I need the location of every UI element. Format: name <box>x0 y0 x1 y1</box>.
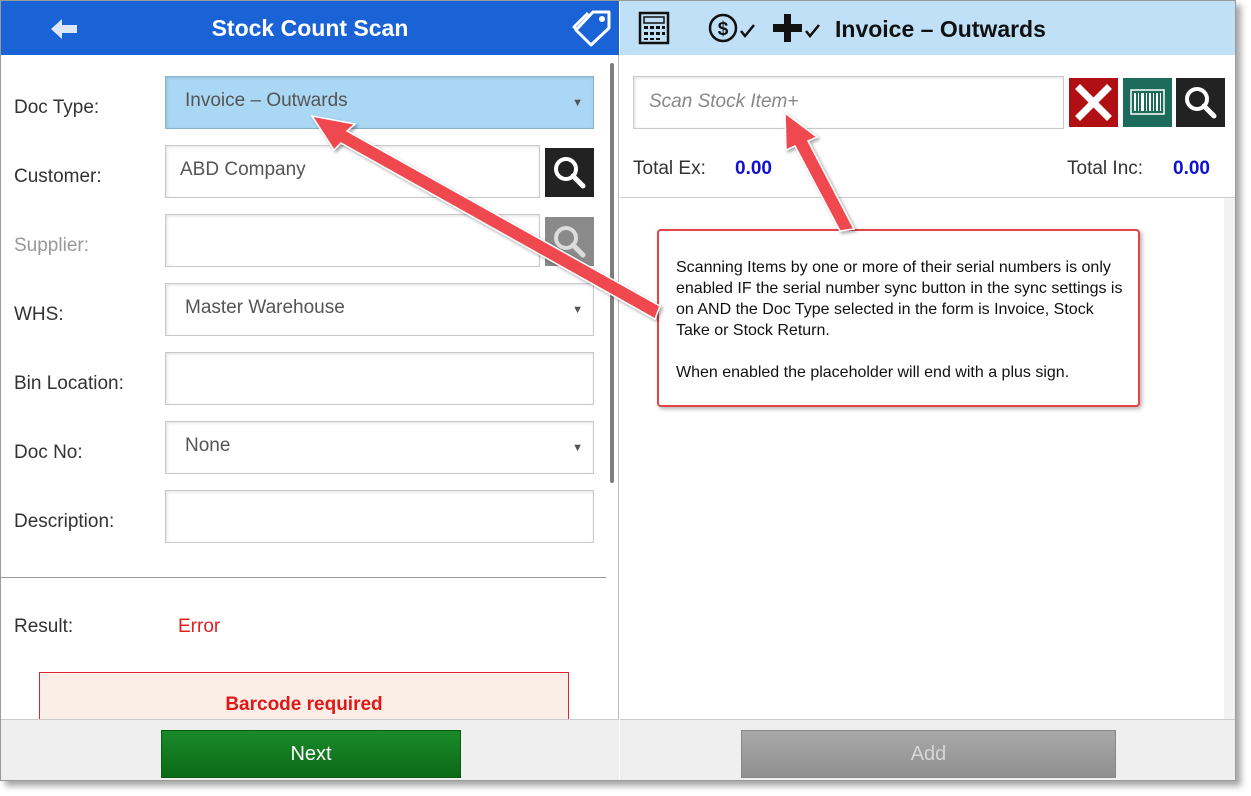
whs-value: Master Warehouse <box>185 297 345 318</box>
chevron-down-icon: ▼ <box>572 442 583 454</box>
right-header: $ Invoice – Outwards <box>620 1 1235 55</box>
arrow-left-icon[interactable] <box>51 17 79 41</box>
result-value: Error <box>178 616 221 637</box>
page-title: Stock Count Scan <box>211 15 409 41</box>
total-ex-value: 0.00 <box>735 158 772 179</box>
add-button[interactable]: Add <box>741 730 1116 778</box>
next-button[interactable]: Next <box>161 730 461 778</box>
whs-label: WHS: <box>14 304 64 325</box>
whs-select[interactable]: Master Warehouse ▼ <box>165 283 594 336</box>
clear-button[interactable] <box>1069 78 1118 127</box>
plus-check-icon[interactable] <box>773 11 823 45</box>
callout-paragraph-2: When enabled the placeholder will end wi… <box>676 364 1070 381</box>
search-icon <box>1185 87 1217 119</box>
supplier-search-button[interactable] <box>545 217 594 266</box>
right-footer: Add <box>620 719 1235 780</box>
dollar-check-icon[interactable]: $ <box>708 11 758 45</box>
customer-label: Customer: <box>14 166 102 187</box>
doc-no-select[interactable]: None ▼ <box>165 421 594 474</box>
search-button[interactable] <box>1176 78 1225 127</box>
calculator-icon[interactable] <box>638 11 670 45</box>
annotation-callout: Scanning Items by one or more of their s… <box>657 229 1140 407</box>
divider <box>620 197 1235 198</box>
scan-placeholder: Scan Stock Item+ <box>649 91 799 112</box>
barcode-icon <box>1130 89 1165 115</box>
item-list-scrollbar[interactable] <box>1224 198 1235 720</box>
description-field[interactable] <box>165 490 594 543</box>
doc-no-label: Doc No: <box>14 442 83 463</box>
doc-type-select[interactable]: Invoice – Outwards ▼ <box>165 76 594 129</box>
description-label: Description: <box>14 511 115 532</box>
callout-paragraph-1: Scanning Items by one or more of their s… <box>676 259 1123 339</box>
form-scrollbar[interactable] <box>610 63 614 483</box>
bin-location-label: Bin Location: <box>14 373 124 394</box>
doc-type-label: Doc Type: <box>14 97 100 118</box>
chevron-down-icon: ▼ <box>572 97 583 109</box>
close-icon <box>1075 84 1112 121</box>
tags-icon[interactable] <box>571 9 613 47</box>
result-label: Result: <box>14 616 74 637</box>
search-icon <box>554 226 586 258</box>
total-inc-label: Total Inc: <box>1067 158 1144 179</box>
search-icon <box>554 157 586 189</box>
left-header: Stock Count Scan <box>1 1 619 55</box>
customer-field[interactable]: ABD Company <box>165 145 540 198</box>
supplier-label: Supplier: <box>14 235 89 256</box>
scan-stock-item-input[interactable]: Scan Stock Item+ <box>633 76 1064 129</box>
total-inc-value: 0.00 <box>1173 158 1210 179</box>
doc-type-value: Invoice – Outwards <box>185 90 348 111</box>
customer-search-button[interactable] <box>545 148 594 197</box>
svg-text:$: $ <box>718 19 729 40</box>
customer-value: ABD Company <box>180 159 306 180</box>
error-message: Barcode required <box>225 694 383 715</box>
supplier-field[interactable] <box>165 214 540 267</box>
left-footer: Next <box>1 719 619 780</box>
divider <box>1 577 606 578</box>
barcode-scan-button[interactable] <box>1123 78 1172 127</box>
doc-no-value: None <box>185 435 231 456</box>
chevron-down-icon: ▼ <box>572 304 583 316</box>
total-ex-label: Total Ex: <box>633 158 706 179</box>
bin-location-field[interactable] <box>165 352 594 405</box>
stock-count-form-pane: Stock Count Scan Doc Type: Invoice – Out… <box>1 1 619 780</box>
invoice-title: Invoice – Outwards <box>835 16 1046 42</box>
